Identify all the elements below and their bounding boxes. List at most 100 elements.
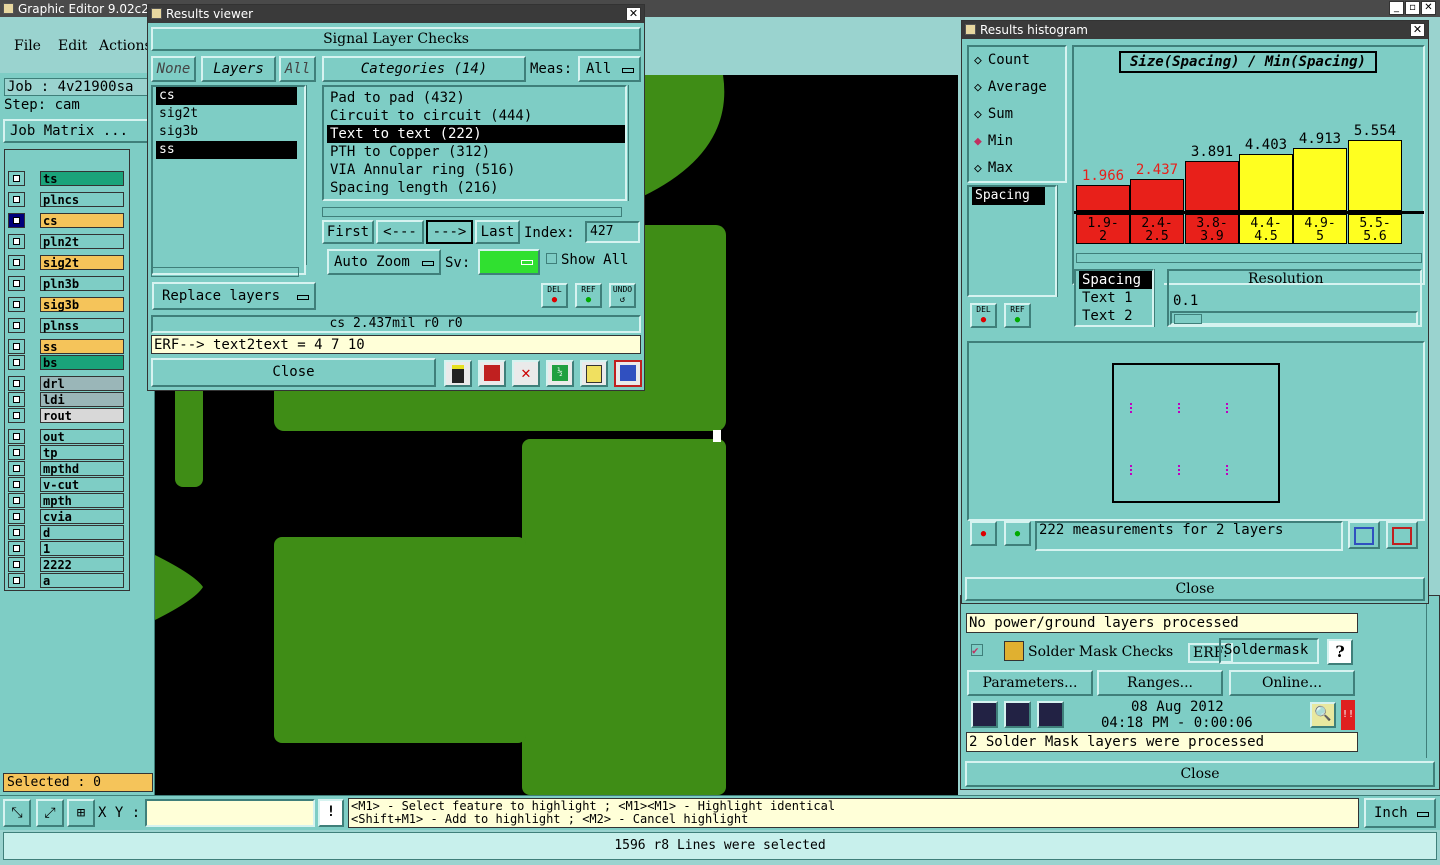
layer-checkbox[interactable] <box>8 445 25 460</box>
prev-button[interactable]: <--- <box>376 220 424 244</box>
histogram-close-button[interactable]: Close <box>965 577 1425 601</box>
categories-button[interactable]: Categories (14) <box>322 56 526 82</box>
histogram-bar[interactable] <box>1293 148 1347 211</box>
run-check-icon[interactable] <box>971 701 998 728</box>
layer-checkbox[interactable] <box>8 429 25 444</box>
minimize-button[interactable]: _ <box>1389 1 1404 15</box>
hist-del-button[interactable]: DEL ● <box>970 303 997 328</box>
layer-checkbox[interactable] <box>8 477 25 492</box>
checks-scrollbar[interactable] <box>1426 596 1438 758</box>
last-button[interactable]: Last <box>475 220 520 244</box>
delete-ref-icon[interactable]: ✕ <box>512 360 540 387</box>
layer-row-cvia[interactable]: cvia <box>8 509 124 524</box>
layer-checkbox[interactable] <box>8 493 25 508</box>
category-item[interactable]: Text to text (222) <box>327 125 625 143</box>
parameters-button[interactable]: Parameters... <box>967 670 1093 696</box>
layer-checkbox[interactable] <box>8 192 25 207</box>
categories-scrollbar[interactable] <box>628 85 640 201</box>
category-item[interactable]: Spacing length (216) <box>327 179 625 197</box>
chart-hscroll[interactable] <box>1076 253 1422 263</box>
layer-checkbox[interactable] <box>8 392 25 407</box>
layer-row-ldi[interactable]: ldi <box>8 392 124 407</box>
layer-row-out[interactable]: out <box>8 429 124 444</box>
close-icon[interactable]: ✕ <box>1410 23 1425 37</box>
first-button[interactable]: First <box>322 220 374 244</box>
undo-button[interactable]: UNDO ↺ <box>609 283 636 308</box>
close-icon[interactable]: ✕ <box>626 7 641 21</box>
layer-row-d[interactable]: d <box>8 525 124 540</box>
category-item[interactable]: Circuit to circuit (444) <box>327 107 625 125</box>
run-check-selected-icon[interactable] <box>1004 701 1031 728</box>
layers-button[interactable]: Layers <box>201 56 276 82</box>
layer-row-cs[interactable]: cs <box>8 213 124 228</box>
none-button[interactable]: None <box>151 56 196 82</box>
layer-checkbox[interactable] <box>8 509 25 524</box>
ranges-button[interactable]: Ranges... <box>1097 670 1223 696</box>
histogram-bar[interactable] <box>1348 140 1402 211</box>
del-button[interactable]: DEL ● <box>541 283 568 308</box>
layer-name[interactable]: rout <box>40 408 124 423</box>
layer-list-scrollbar[interactable] <box>306 85 318 265</box>
layer-row-plnss[interactable]: plnss <box>8 318 124 333</box>
resolution-item[interactable]: Spacing <box>1079 271 1152 289</box>
layer-checkbox[interactable] <box>8 525 25 540</box>
all-layers-button[interactable]: All <box>279 56 316 82</box>
layout-alt-icon[interactable] <box>1386 521 1418 549</box>
layer-name[interactable]: 1 <box>40 541 124 556</box>
layer-name[interactable]: d <box>40 525 124 540</box>
layer-row-ss[interactable]: ss <box>8 339 124 354</box>
zoom-fit-icon[interactable]: ⤡ <box>3 799 31 827</box>
layer-name[interactable]: plncs <box>40 192 124 207</box>
close-icon[interactable]: ✕ <box>1421 1 1436 15</box>
category-item[interactable]: Pad to pad (432) <box>327 89 625 107</box>
xy-input[interactable] <box>145 799 315 827</box>
index-input[interactable]: 427 <box>585 221 640 243</box>
measure-list-scrollbar[interactable] <box>1057 185 1067 297</box>
histogram-bar[interactable] <box>1239 154 1293 211</box>
solder-enable-checkbox[interactable]: ✔ <box>971 644 983 656</box>
online-button[interactable]: Online... <box>1229 670 1355 696</box>
layer-row-pln2t[interactable]: pln2t <box>8 234 124 249</box>
maximize-button[interactable]: ▫ <box>1405 1 1420 15</box>
mode-radio-count[interactable]: Count <box>974 52 1030 68</box>
layer-name[interactable]: drl <box>40 376 124 391</box>
layer-checkbox[interactable] <box>8 557 25 572</box>
sv-color-dropdown[interactable] <box>478 249 540 275</box>
rv-layer-item[interactable]: sig2t <box>156 105 297 123</box>
histogram-icon[interactable] <box>614 360 642 387</box>
histogram-bar[interactable] <box>1185 161 1239 211</box>
layer-checkbox[interactable] <box>8 355 25 370</box>
job-matrix-button[interactable]: Job Matrix ... <box>3 119 150 143</box>
resolution-slider[interactable] <box>1170 311 1418 325</box>
rv-layer-item[interactable]: cs <box>156 87 297 105</box>
category-item[interactable]: PTH to Copper (312) <box>327 143 625 161</box>
categories-hscroll[interactable] <box>322 207 622 217</box>
units-dropdown[interactable]: Inch <box>1364 798 1436 828</box>
report-icon[interactable] <box>478 360 506 387</box>
layer-checkbox[interactable] <box>8 376 25 391</box>
mode-radio-average[interactable]: Average <box>974 79 1047 95</box>
layer-checkbox[interactable] <box>8 541 25 556</box>
mode-radio-max[interactable]: Max <box>974 160 1013 176</box>
erf-input[interactable]: Soldermask <box>1219 638 1319 664</box>
layer-name[interactable]: mpth <box>40 493 124 508</box>
layer-name[interactable]: tp <box>40 445 124 460</box>
layer-row-sig3b[interactable]: sig3b <box>8 297 124 312</box>
layer-row-tp[interactable]: tp <box>8 445 124 460</box>
layer-row-a[interactable]: a <box>8 573 124 588</box>
resolution-item[interactable]: Text 2 <box>1079 307 1152 325</box>
layer-name[interactable]: v-cut <box>40 477 124 492</box>
rv-close-button[interactable]: Close <box>151 358 436 387</box>
layer-checkbox[interactable] <box>8 461 25 476</box>
resolution-list-scrollbar[interactable] <box>1154 269 1164 327</box>
layer-name[interactable]: ss <box>40 339 124 354</box>
hist-ref-button[interactable]: REF ● <box>1004 303 1031 328</box>
layer-name[interactable]: 2222 <box>40 557 124 572</box>
layer-checkbox[interactable] <box>8 408 25 423</box>
warning-button[interactable]: ! <box>318 799 344 827</box>
layer-row-mpthd[interactable]: mpthd <box>8 461 124 476</box>
menu-file[interactable]: File <box>14 38 41 54</box>
layer-name[interactable]: cs <box>40 213 124 228</box>
zoom-icon[interactable]: 🔍 <box>1310 702 1336 728</box>
layer-name[interactable]: mpthd <box>40 461 124 476</box>
